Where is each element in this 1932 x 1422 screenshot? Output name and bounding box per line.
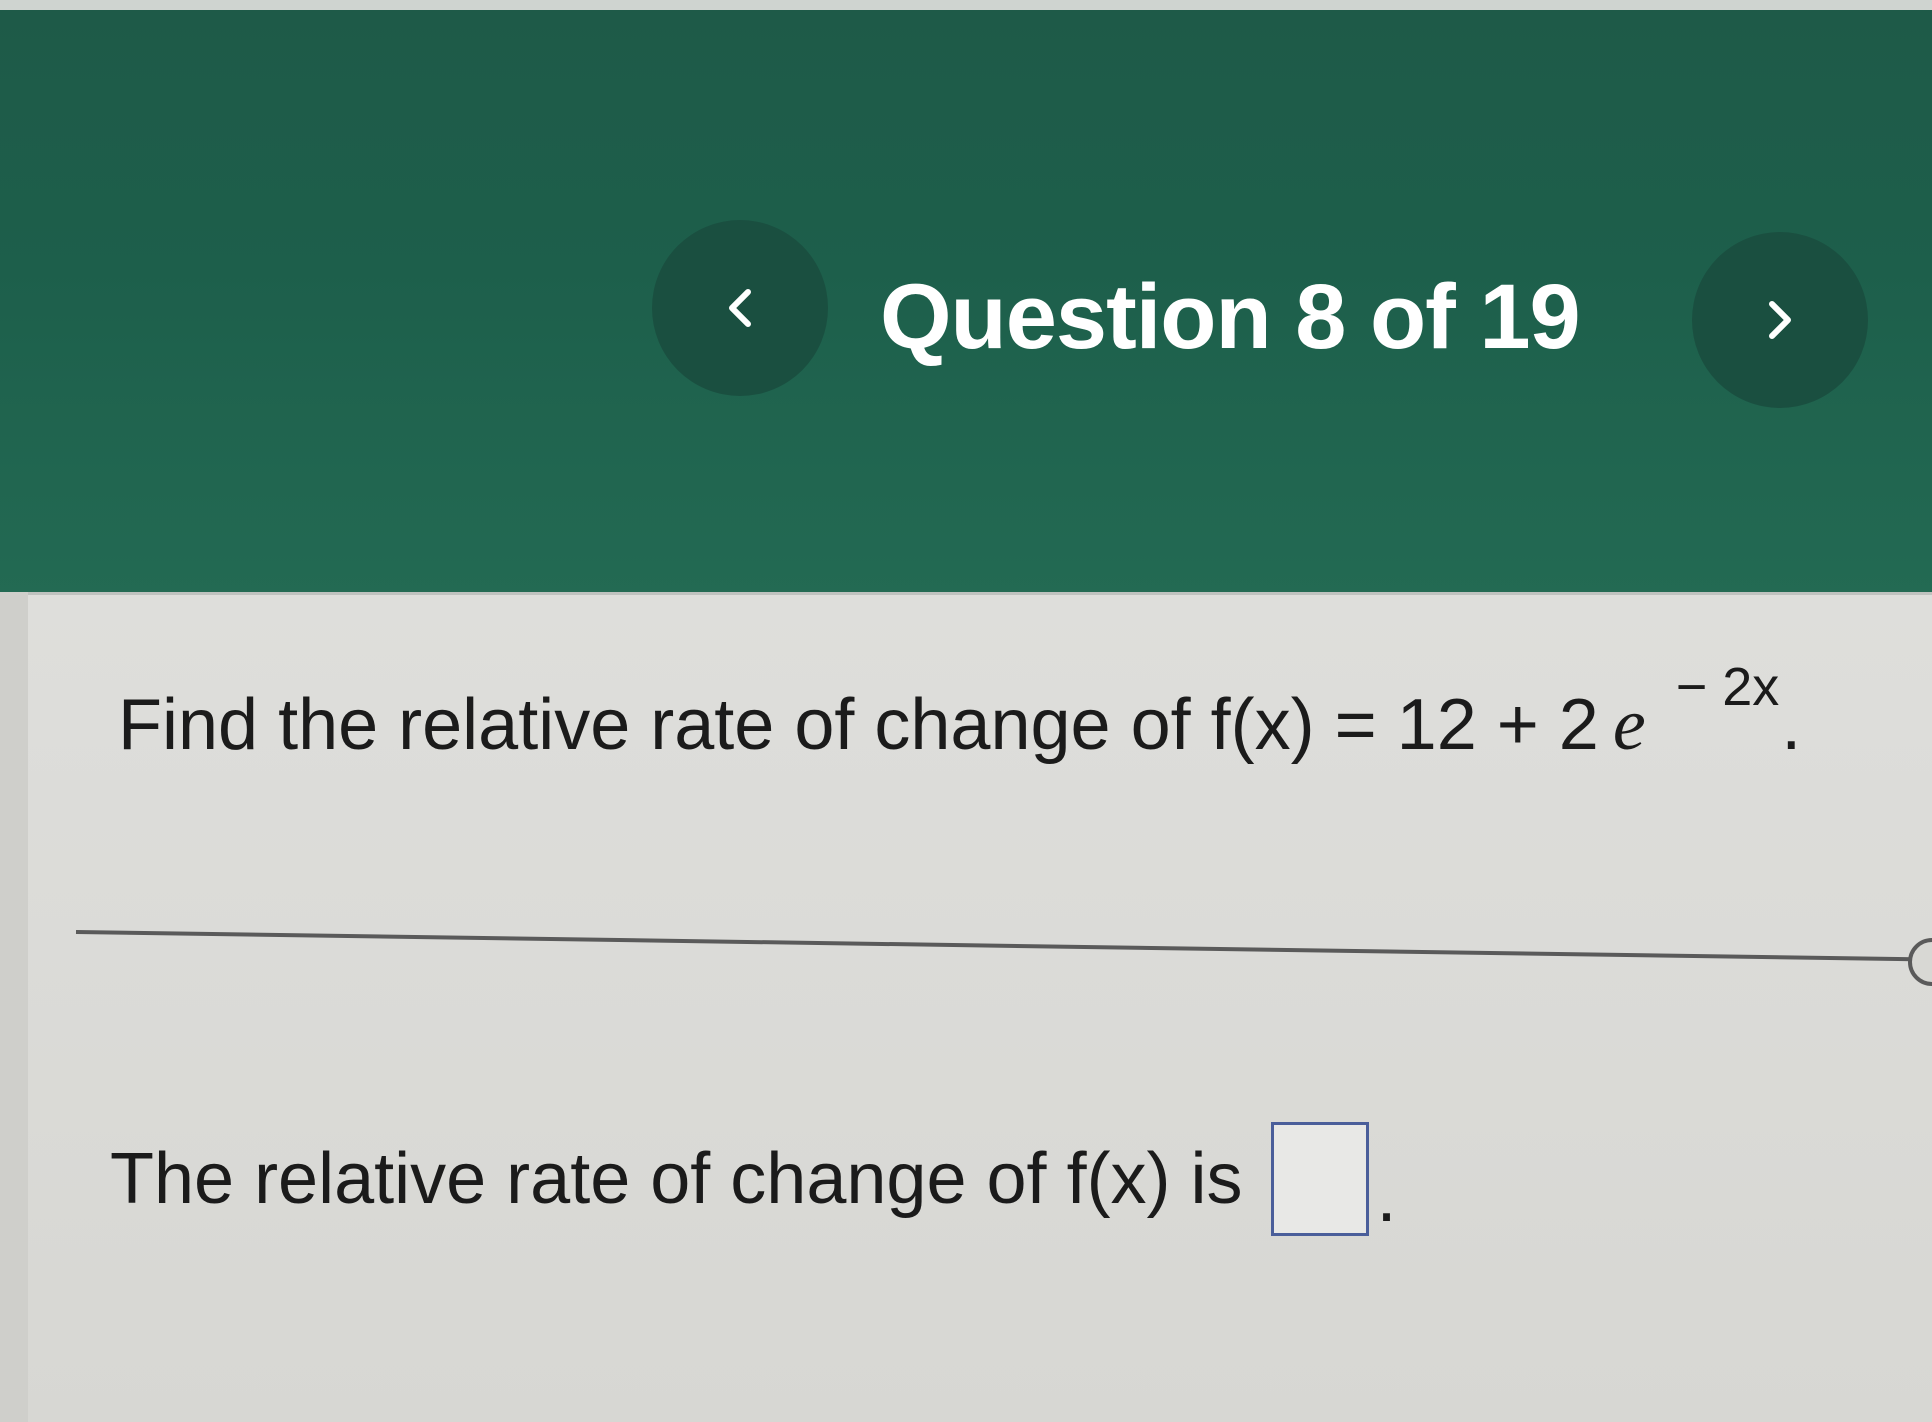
next-question-button[interactable] bbox=[1692, 232, 1868, 408]
screen: Question 8 of 19 Find the relative rate … bbox=[0, 0, 1932, 1422]
question-counter: Question 8 of 19 bbox=[880, 266, 1581, 368]
question-prompt-text: Find the relative rate of change of f(x)… bbox=[118, 685, 1599, 765]
previous-question-button[interactable] bbox=[652, 220, 828, 396]
euler-e-symbol: e bbox=[1612, 684, 1646, 766]
chevron-left-icon bbox=[729, 289, 751, 327]
question-period: . bbox=[1781, 685, 1802, 765]
answer-label: The relative rate of change of f(x) is bbox=[110, 1139, 1243, 1219]
question-header: Question 8 of 19 bbox=[0, 0, 1932, 600]
question-prompt: Find the relative rate of change of f(x)… bbox=[118, 657, 1802, 776]
exponent: − 2x bbox=[1675, 657, 1780, 717]
answer-input-box[interactable] bbox=[1270, 1122, 1369, 1236]
panel-left-edge bbox=[0, 592, 28, 1422]
chevron-right-icon bbox=[1769, 301, 1791, 339]
header-top-strip bbox=[0, 0, 1932, 10]
answer-row: The relative rate of change of f(x) is . bbox=[110, 1122, 1397, 1237]
answer-period: . bbox=[1376, 1157, 1397, 1237]
